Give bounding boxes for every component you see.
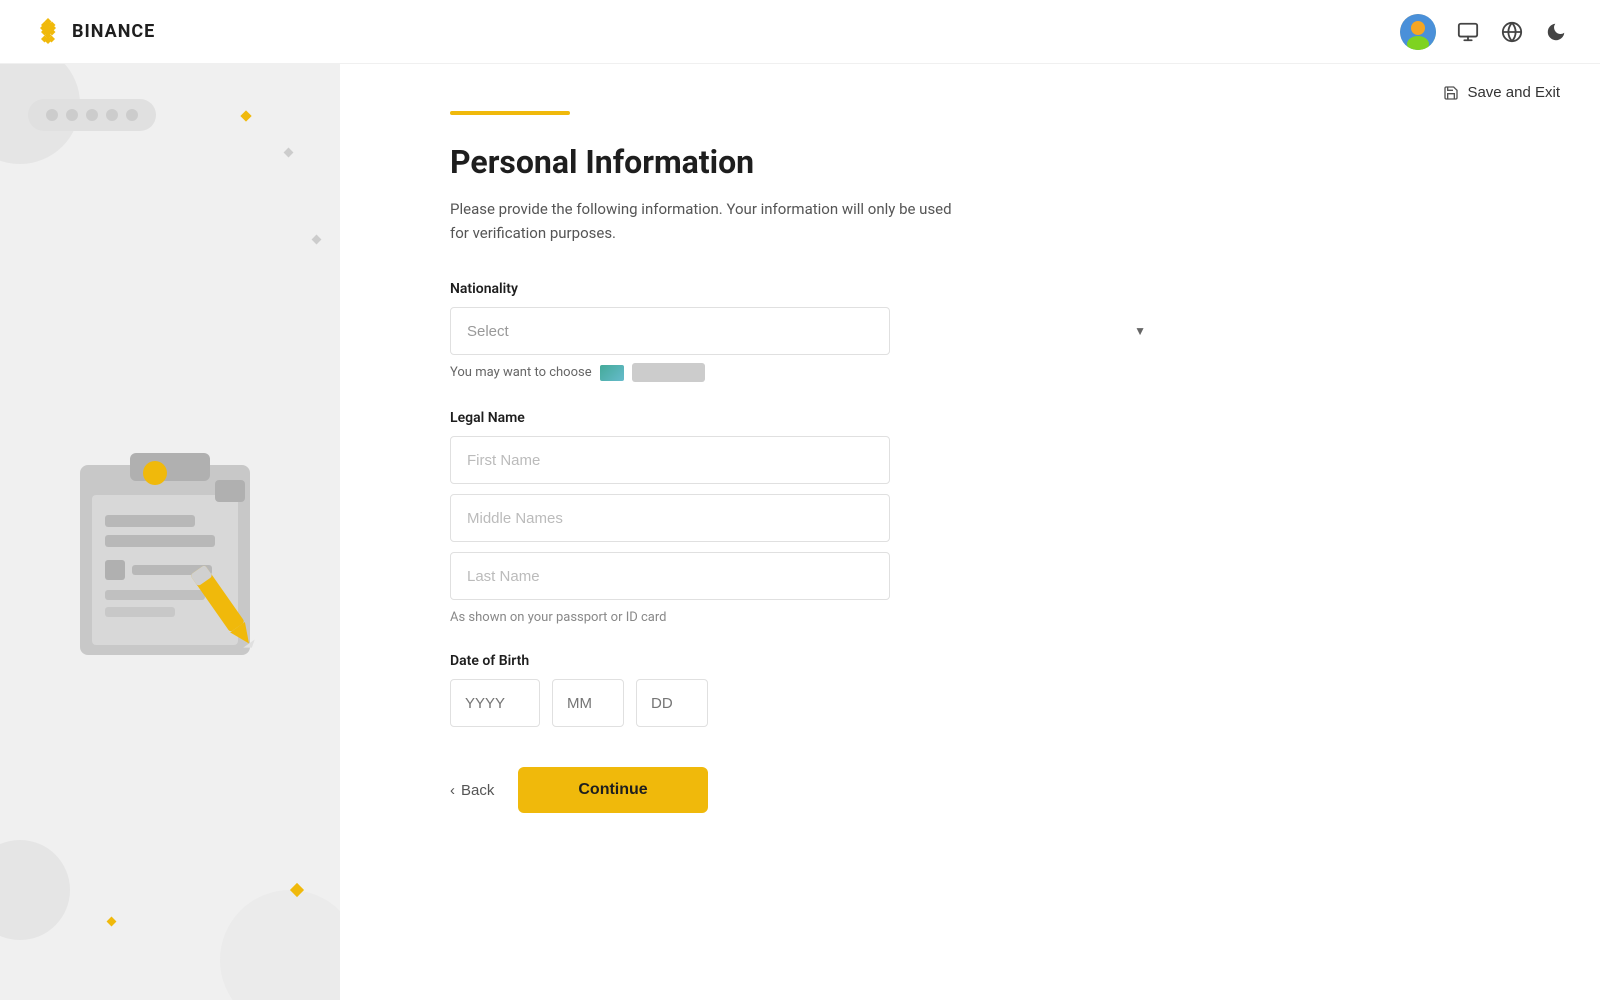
dot-1 [46,109,58,121]
logo[interactable]: BINANCE [32,16,155,48]
save-exit-bar: Save and Exit [340,64,1600,101]
page-title: Personal Information [450,143,1160,181]
form-container: Personal Information Please provide the … [340,101,1240,873]
progress-bar [450,111,570,115]
save-icon [1443,85,1459,101]
dot-5 [126,109,138,121]
legal-name-label: Legal Name [450,410,1160,426]
dob-year-input[interactable] [450,679,540,727]
dot-4 [106,109,118,121]
middle-name-input[interactable] [450,494,890,542]
dot-3 [86,109,98,121]
device-icon[interactable] [1456,20,1480,44]
dob-label: Date of Birth [450,653,1160,669]
nationality-select-wrapper: Select ▼ [450,307,1160,355]
deco-diamond-5 [312,235,322,245]
header: BINANCE [0,0,1600,64]
flag-icon [600,365,624,381]
deco-diamond-1 [240,110,251,121]
left-panel [0,64,340,1000]
dot-2 [66,109,78,121]
binance-logo-icon [32,16,64,48]
deco-diamond-2 [284,148,294,158]
user-avatar[interactable] [1400,14,1436,50]
logo-text: BINANCE [72,21,155,42]
dob-row [450,679,1160,727]
nationality-select[interactable]: Select [450,307,890,355]
suggested-country: Suggested [632,363,706,382]
right-panel: Save and Exit Personal Information Pleas… [340,64,1600,1000]
back-arrow-icon: ‹ [450,782,455,799]
last-name-input[interactable] [450,552,890,600]
dob-day-input[interactable] [636,679,708,727]
first-name-input[interactable] [450,436,890,484]
globe-icon[interactable] [1500,20,1524,44]
nationality-label: Nationality [450,281,1160,297]
select-arrow-icon: ▼ [1134,324,1146,338]
dark-mode-icon[interactable] [1544,20,1568,44]
deco-diamond-4 [107,917,117,927]
save-exit-button[interactable]: Save and Exit [1443,84,1560,101]
dots-indicator [28,99,156,131]
dob-month-input[interactable] [552,679,624,727]
page-description: Please provide the following information… [450,197,970,245]
nationality-suggestion: You may want to choose Suggested [450,363,1160,382]
deco-circle-bottom [0,840,70,940]
back-button[interactable]: ‹ Back [450,770,494,811]
legal-name-hint: As shown on your passport or ID card [450,610,1160,625]
header-right [1400,14,1568,50]
continue-button[interactable]: Continue [518,767,707,813]
action-row: ‹ Back Continue [450,767,1160,813]
deco-circle-right [220,890,340,1000]
main-layout: Save and Exit Personal Information Pleas… [0,64,1600,1000]
